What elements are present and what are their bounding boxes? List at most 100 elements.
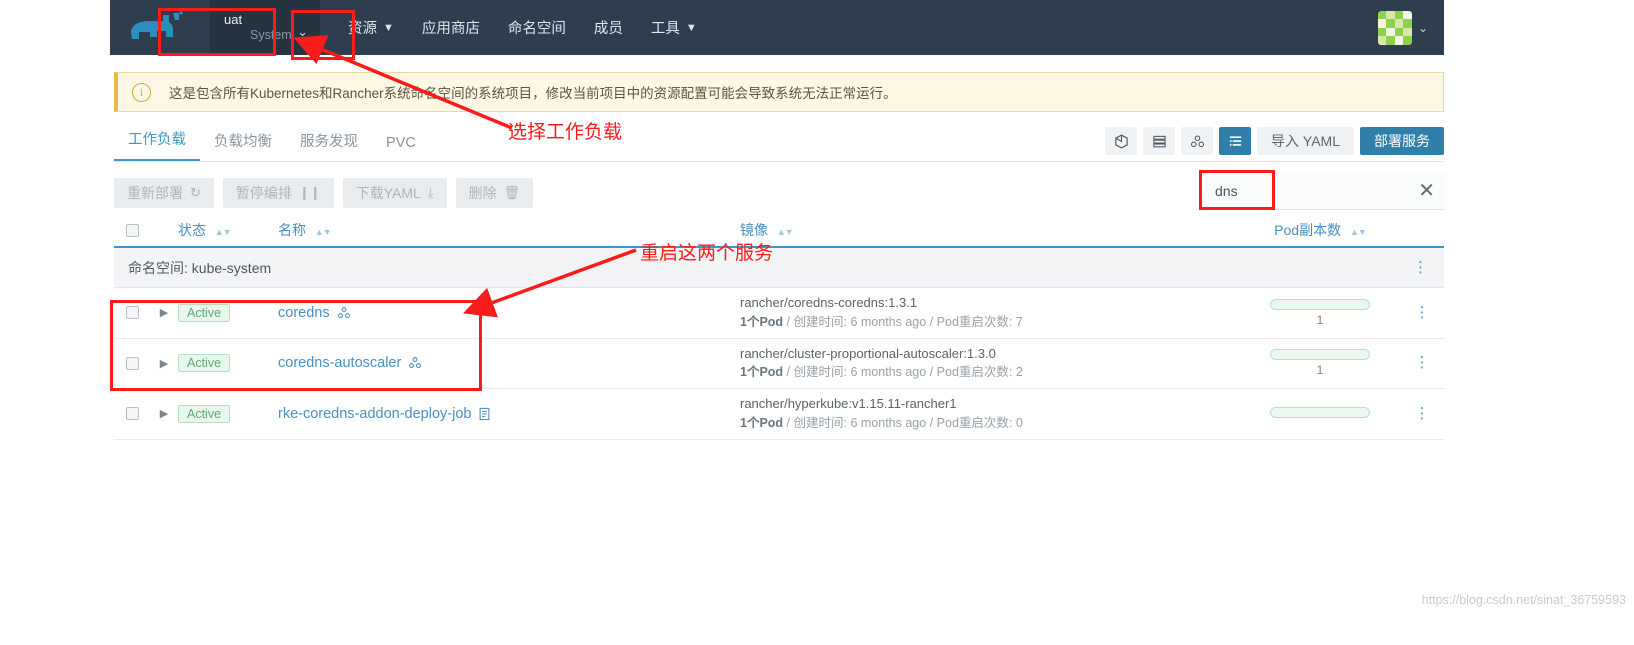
deploy-service-button[interactable]: 部署服务 xyxy=(1360,127,1444,155)
column-header-pods-label: Pod副本数 xyxy=(1274,222,1342,238)
table-row[interactable]: ▶ Active coredns rancher/coredns-coredns… xyxy=(114,288,1444,339)
scale-bar[interactable] xyxy=(1270,406,1370,418)
chevron-down-icon: ⌄ xyxy=(297,23,308,39)
restart-value: 7 xyxy=(1015,314,1023,329)
tab-load-balancing[interactable]: 负载均衡 xyxy=(200,130,286,161)
tab-pvc[interactable]: PVC xyxy=(372,135,430,161)
system-project-warning-banner: i 这是包含所有Kubernetes和Rancher系统命名空间的系统项目，修改… xyxy=(114,72,1444,112)
row-image-cell: rancher/cluster-proportional-autoscaler:… xyxy=(740,345,1240,383)
watermark: https://blog.csdn.net/sinat_36759593 xyxy=(1421,593,1626,607)
table-row[interactable]: ▶ Active rke-coredns-addon-deploy-job ra… xyxy=(114,389,1444,440)
row-menu-icon[interactable]: ⋮ xyxy=(1415,406,1430,421)
restart-label: Pod重启次数 xyxy=(936,314,1009,329)
image-meta: 1个Pod / 创建时间: 6 months ago / Pod重启次数: 0 xyxy=(740,416,1023,431)
tab-bar: 工作负载 负载均衡 服务发现 PVC 导入 YAML 部署服务 xyxy=(114,118,1444,162)
project-switcher[interactable]: uat System ⌄ xyxy=(210,0,320,55)
list-view-icon[interactable] xyxy=(1219,127,1252,155)
workload-icon xyxy=(337,306,350,318)
sort-icon: ▲▼ xyxy=(314,227,332,237)
workload-name-link[interactable]: coredns-autoscaler xyxy=(278,355,401,371)
cube-glyph xyxy=(1114,133,1128,149)
image-name: rancher/coredns-coredns:1.3.1 xyxy=(740,295,918,310)
column-header-image[interactable]: 镜像 ▲▼ xyxy=(740,220,1240,240)
redeploy-label: 重新部署 xyxy=(127,185,183,201)
workload-icon xyxy=(409,357,422,369)
row-state-cell: Active xyxy=(178,354,278,373)
nav-item-namespaces[interactable]: 命名空间 xyxy=(494,0,580,55)
user-menu[interactable]: ⌄ xyxy=(1377,0,1444,55)
row-name-cell[interactable]: rke-coredns-addon-deploy-job xyxy=(278,406,740,422)
nav-item-label: 成员 xyxy=(593,21,623,37)
search-box[interactable]: ✕ xyxy=(1205,172,1445,210)
nav-item-label: 工具 xyxy=(650,21,680,37)
delete-label: 删除 xyxy=(468,185,497,201)
scale-bar[interactable] xyxy=(1270,349,1370,361)
redeploy-button[interactable]: 重新部署 ↻ xyxy=(114,178,214,208)
row-checkbox[interactable] xyxy=(125,356,139,370)
row-checkbox-cell xyxy=(114,356,150,370)
avatar xyxy=(1377,10,1412,45)
job-icon xyxy=(480,407,490,421)
cube-view-icon[interactable] xyxy=(1105,127,1138,155)
nav-item-label: 命名空间 xyxy=(507,21,566,37)
refresh-icon: ↻ xyxy=(190,185,201,200)
scale-bar[interactable] xyxy=(1270,298,1370,310)
rancher-logo[interactable] xyxy=(110,0,210,55)
workloads-table: 状态 ▲▼ 名称 ▲▼ 镜像 ▲▼ Pod副本数 ▲▼ 命名空间: kube-s… xyxy=(114,214,1444,440)
scale-value: 1 xyxy=(1316,312,1324,327)
row-menu-icon[interactable]: ⋮ xyxy=(1413,260,1428,275)
delete-button[interactable]: 删除 🗑 xyxy=(455,178,534,208)
sort-icon: ▲▼ xyxy=(1349,227,1367,237)
nav-item-apps[interactable]: 应用商店 xyxy=(408,0,494,55)
nav-item-label: 资源 xyxy=(348,21,377,37)
pause-orchestration-button[interactable]: 暂停编排 ❙❙ xyxy=(222,178,334,208)
chevron-down-icon: ▼ xyxy=(383,21,394,34)
expand-row-icon[interactable]: ▶ xyxy=(150,407,178,420)
workload-name-link[interactable]: coredns xyxy=(278,305,330,321)
status-badge: Active xyxy=(178,354,231,373)
row-menu-icon[interactable]: ⋮ xyxy=(1415,305,1430,320)
image-meta: 1个Pod / 创建时间: 6 months ago / Pod重启次数: 2 xyxy=(740,365,1023,380)
column-header-name[interactable]: 名称 ▲▼ xyxy=(278,220,740,240)
table-header-row: 状态 ▲▼ 名称 ▲▼ 镜像 ▲▼ Pod副本数 ▲▼ xyxy=(114,214,1444,248)
table-row[interactable]: ▶ Active coredns-autoscaler rancher/clus… xyxy=(114,339,1444,390)
group-view-icon[interactable] xyxy=(1181,127,1214,155)
tab-workloads[interactable]: 工作负载 xyxy=(114,128,200,161)
tab-service-discovery[interactable]: 服务发现 xyxy=(286,130,372,161)
stack-glyph xyxy=(1152,135,1166,147)
download-yaml-button[interactable]: 下载YAML ⤓ xyxy=(342,178,447,208)
column-header-state[interactable]: 状态 ▲▼ xyxy=(178,220,278,240)
column-header-pods[interactable]: Pod副本数 ▲▼ xyxy=(1240,220,1400,240)
nav-menu: 资源 ▼ 应用商店 命名空间 成员 工具 ▼ xyxy=(320,0,711,55)
select-all-checkbox[interactable] xyxy=(125,223,139,237)
row-image-cell: rancher/coredns-coredns:1.3.1 1个Pod / 创建… xyxy=(740,294,1240,332)
stack-view-icon[interactable] xyxy=(1143,127,1176,155)
row-checkbox-cell xyxy=(114,407,150,421)
top-navigation-bar: uat System ⌄ 资源 ▼ 应用商店 命名空间 成员 工具 ▼ ⌄ xyxy=(110,0,1444,55)
namespace-group-label: 命名空间 xyxy=(128,259,184,276)
workload-name-link[interactable]: rke-coredns-addon-deploy-job xyxy=(278,406,471,422)
import-yaml-button[interactable]: 导入 YAML xyxy=(1257,127,1354,155)
select-all-checkbox-cell xyxy=(114,223,150,237)
row-name-cell[interactable]: coredns xyxy=(278,305,740,321)
row-checkbox[interactable] xyxy=(125,306,139,320)
nav-item-resources[interactable]: 资源 ▼ xyxy=(334,0,408,55)
chevron-down-icon: ▼ xyxy=(685,21,697,34)
row-state-cell: Active xyxy=(178,404,278,423)
project-scope: System xyxy=(250,27,292,42)
close-icon[interactable]: ✕ xyxy=(1418,181,1435,201)
image-name: rancher/hyperkube:v1.15.11-rancher1 xyxy=(740,396,957,412)
column-header-name-label: 名称 xyxy=(278,222,306,238)
expand-row-icon[interactable]: ▶ xyxy=(150,306,178,319)
column-header-state-label: 状态 xyxy=(178,222,206,238)
row-menu-cell: ⋮ xyxy=(1400,355,1444,370)
expand-row-icon[interactable]: ▶ xyxy=(150,357,178,370)
row-checkbox[interactable] xyxy=(125,407,139,421)
row-state-cell: Active xyxy=(178,303,278,322)
row-menu-icon[interactable]: ⋮ xyxy=(1415,355,1430,370)
nav-item-members[interactable]: 成员 xyxy=(580,0,637,55)
row-name-cell[interactable]: coredns-autoscaler xyxy=(278,355,740,371)
nav-item-tools[interactable]: 工具 ▼ xyxy=(637,0,711,55)
search-input[interactable] xyxy=(1215,182,1419,199)
row-checkbox-cell xyxy=(114,306,150,320)
